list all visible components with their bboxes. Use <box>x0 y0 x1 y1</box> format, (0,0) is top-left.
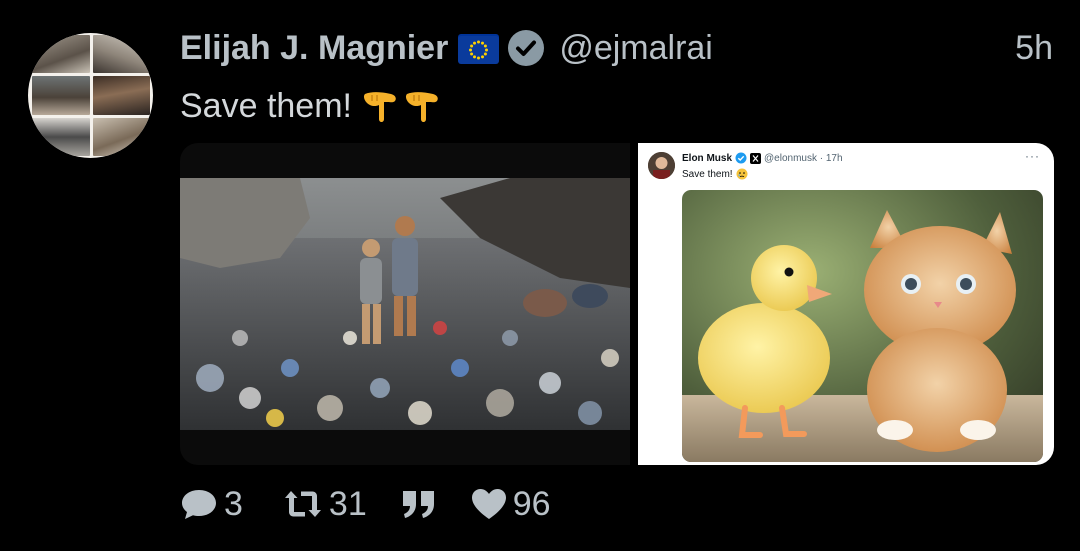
quote-icon <box>402 491 434 518</box>
embedded-tweet-card[interactable]: Elon Musk @elonmusk · 17h ··· Save them! <box>638 143 1054 465</box>
reply-icon <box>182 490 216 519</box>
pointing-down-emoji-icon <box>363 92 396 122</box>
quote-button[interactable] <box>401 489 437 519</box>
timestamp[interactable]: 5h <box>1015 28 1053 68</box>
pointing-down-emoji-icon <box>405 92 438 122</box>
photo-children-in-garbage-dump <box>180 178 630 430</box>
crying-face-emoji-icon <box>736 168 748 180</box>
author-name[interactable]: Elijah J. Magnier <box>180 29 448 68</box>
embedded-avatar <box>648 152 675 179</box>
embedded-text: Save them! <box>682 167 748 181</box>
eu-flag-icon <box>458 34 500 64</box>
tweet-text-content: Save them! <box>180 86 352 125</box>
author-handle[interactable]: @ejmalrai <box>559 29 713 68</box>
reply-count: 3 <box>224 484 243 523</box>
tweet-header: Elijah J. Magnier @ejmalrai <box>180 28 713 68</box>
tweet-text: Save them! <box>180 86 446 126</box>
retweet-icon <box>284 491 321 517</box>
profile-photo-collage <box>32 35 150 156</box>
x-logo-icon <box>750 152 762 164</box>
verified-badge-icon[interactable] <box>507 29 545 67</box>
tweet[interactable]: Elijah J. Magnier @ejmalrai 5h Save them… <box>0 0 1080 551</box>
retweet-count: 31 <box>328 484 367 523</box>
reply-button[interactable]: 3 <box>180 485 243 524</box>
embedded-header: Elon Musk @elonmusk · 17h <box>682 151 843 165</box>
like-button[interactable]: 96 <box>471 485 551 524</box>
embedded-handle: @elonmusk · 17h <box>764 152 843 164</box>
avatar[interactable] <box>28 33 153 158</box>
tweet-actions: 3 31 96 <box>180 482 551 526</box>
more-options-icon: ··· <box>1025 149 1040 163</box>
heart-icon <box>471 489 506 519</box>
embedded-name: Elon Musk <box>682 152 733 164</box>
retweet-button[interactable]: 31 <box>283 485 367 524</box>
photo-duckling-and-kitten <box>682 190 1043 462</box>
media-photo-left[interactable] <box>180 143 630 465</box>
embedded-verified-icon <box>735 152 747 164</box>
like-count: 96 <box>512 484 551 523</box>
